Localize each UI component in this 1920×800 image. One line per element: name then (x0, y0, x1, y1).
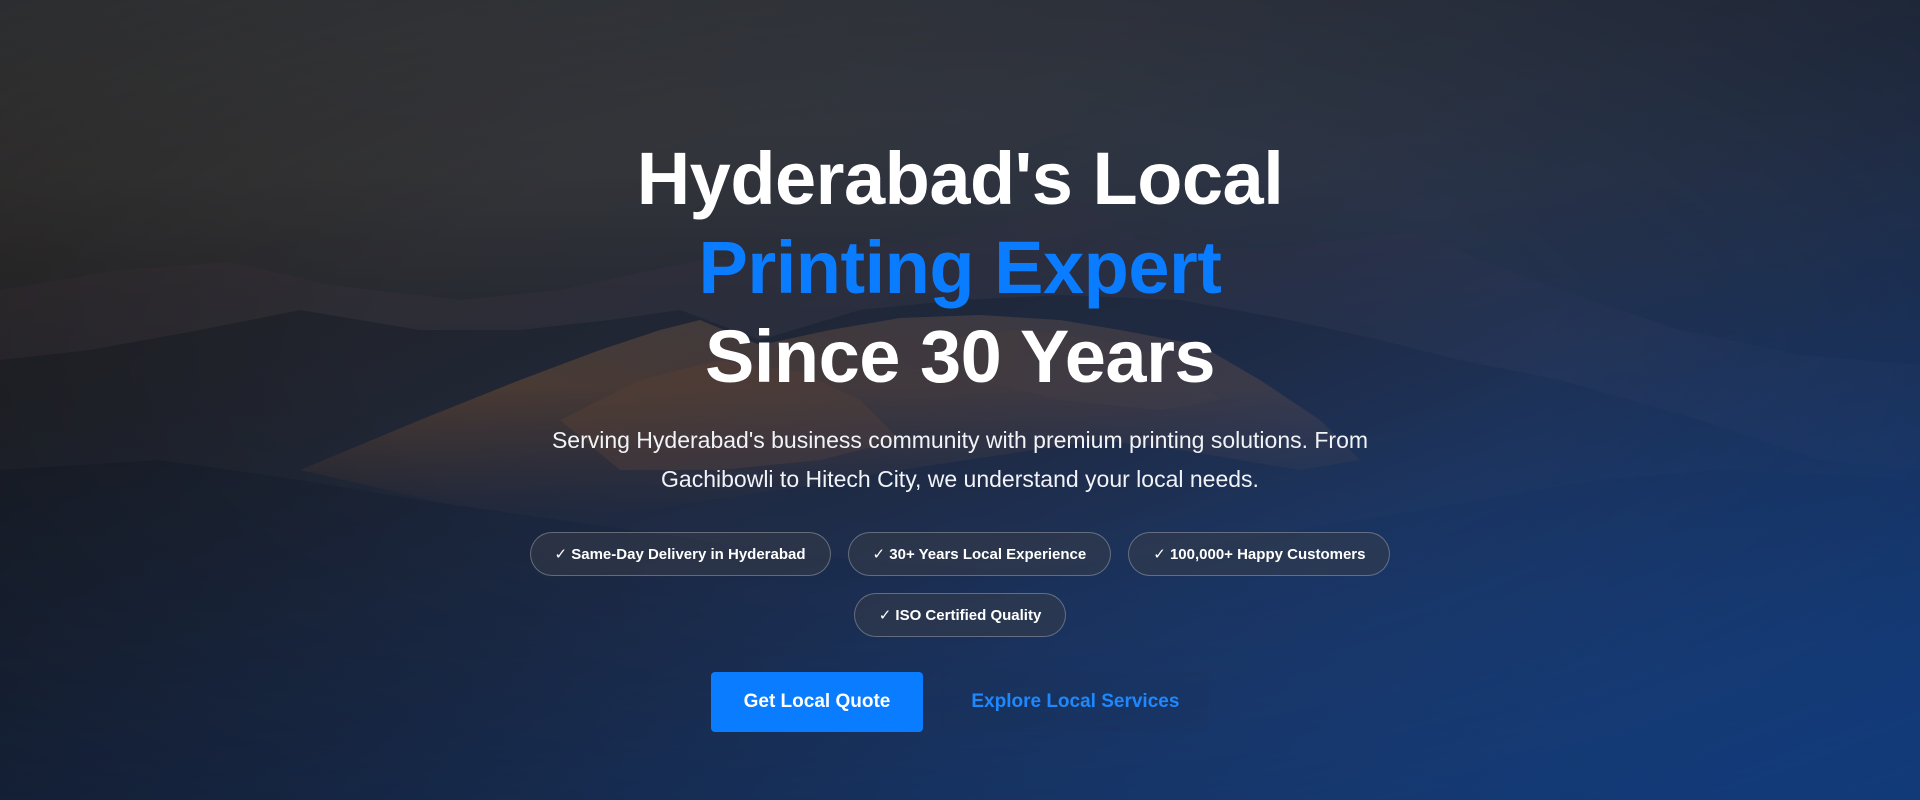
headline-accent-line: Printing Expert (698, 226, 1222, 309)
hero-content: Hyderabad's Local Printing Expert Since … (0, 0, 1920, 800)
badge-happy-customers: ✓ 100,000+ Happy Customers (1128, 532, 1391, 576)
headline-line-3: Since 30 Years (704, 315, 1216, 398)
headline-line-1: Hyderabad's Local (636, 137, 1284, 220)
hero-section: Hyderabad's Local Printing Expert Since … (0, 0, 1920, 800)
feature-badges: ✓ Same-Day Delivery in Hyderabad ✓ 30+ Y… (520, 532, 1400, 637)
hero-subtitle: Serving Hyderabad's business community w… (551, 427, 1369, 492)
get-local-quote-button[interactable]: Get Local Quote (710, 672, 924, 732)
badge-same-day-delivery: ✓ Same-Day Delivery in Hyderabad (529, 532, 831, 576)
badge-iso-certified: ✓ ISO Certified Quality (853, 593, 1067, 637)
hero-headline: Hyderabad's Local Printing Expert Since … (0, 134, 1920, 401)
hero-actions: Get Local Quote Explore Local Services (0, 672, 1920, 732)
explore-local-services-button[interactable]: Explore Local Services (941, 672, 1210, 732)
badge-years-experience: ✓ 30+ Years Local Experience (847, 532, 1112, 576)
